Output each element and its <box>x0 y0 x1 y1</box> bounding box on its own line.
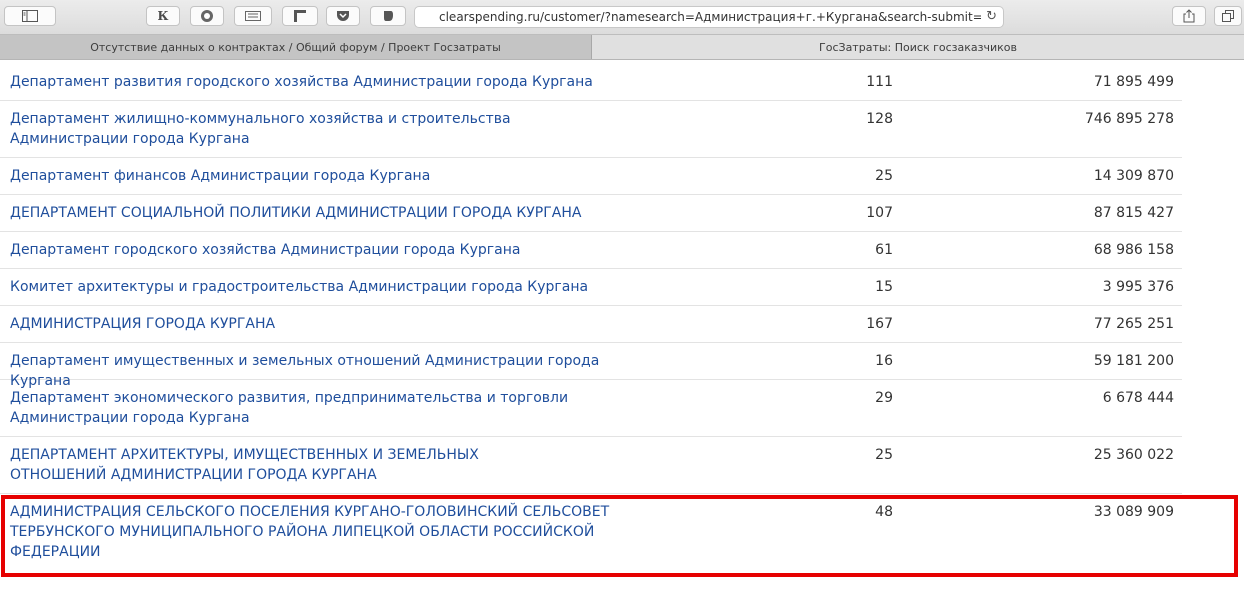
shield-icon <box>201 10 213 22</box>
tabs-overview-button[interactable] <box>1214 6 1242 26</box>
contracts-amount: 6 678 444 <box>1102 390 1174 406</box>
customer-link[interactable]: Комитет архитектуры и градостроительства… <box>10 277 620 297</box>
evernote-button[interactable] <box>370 6 406 26</box>
table-row: Департамент экономического развития, пре… <box>0 380 1182 437</box>
customer-link[interactable]: ДЕПАРТАМЕНТ АРХИТЕКТУРЫ, ИМУЩЕСТВЕННЫХ И… <box>10 445 570 485</box>
contracts-count: 29 <box>875 390 893 406</box>
customer-link[interactable]: Департамент экономического развития, пре… <box>10 388 570 428</box>
contracts-amount: 59 181 200 <box>1093 353 1174 369</box>
evernote-icon <box>384 11 393 21</box>
contracts-amount: 25 360 022 <box>1093 447 1174 463</box>
contracts-amount: 3 995 376 <box>1102 279 1174 295</box>
corner-button[interactable] <box>282 6 318 26</box>
contracts-count: 107 <box>866 205 893 221</box>
contracts-count: 167 <box>866 316 893 332</box>
customer-link[interactable]: Департамент жилищно-коммунального хозяйс… <box>10 109 590 149</box>
contracts-amount: 77 265 251 <box>1093 316 1174 332</box>
table-row: Департамент жилищно-коммунального хозяйс… <box>0 101 1182 158</box>
tab-label: Отсутствие данных о контрактах / Общий ф… <box>90 40 501 54</box>
keyboard-icon <box>245 11 261 21</box>
customer-link[interactable]: ДЕПАРТАМЕНТ СОЦИАЛЬНОЙ ПОЛИТИКИ АДМИНИСТ… <box>10 203 620 223</box>
kinopoisk-button[interactable]: К <box>146 6 180 26</box>
table-row: Департамент городского хозяйства Админис… <box>0 232 1182 269</box>
customer-link[interactable]: АДМИНИСТРАЦИЯ ГОРОДА КУРГАНА <box>10 314 620 334</box>
contracts-count: 16 <box>875 353 893 369</box>
reload-icon[interactable]: ↻ <box>986 9 997 24</box>
contracts-amount: 33 089 909 <box>1093 504 1174 520</box>
contracts-count: 111 <box>866 74 893 90</box>
contracts-amount: 746 895 278 <box>1084 111 1174 127</box>
privacy-button[interactable] <box>190 6 224 26</box>
tab-forum[interactable]: Отсутствие данных о контрактах / Общий ф… <box>0 35 592 59</box>
contracts-amount: 87 815 427 <box>1093 205 1174 221</box>
url-text: clearspending.ru/customer/?namesearch=Ад… <box>439 10 981 24</box>
tab-gos-zatraty[interactable]: ГосЗатраты: Поиск госзаказчиков <box>592 35 1244 59</box>
sidebar-icon <box>22 10 38 22</box>
pocket-button[interactable] <box>326 6 360 26</box>
table-row: АДМИНИСТРАЦИЯ ГОРОДА КУРГАНА 167 77 265 … <box>0 306 1182 343</box>
table-row: Департамент имущественных и земельных от… <box>0 343 1182 389</box>
pocket-icon <box>337 11 349 21</box>
results-table: Департамент развития городского хозяйств… <box>0 60 1244 574</box>
share-icon <box>1183 9 1195 23</box>
table-row-highlighted: АДМИНИСТРАЦИЯ СЕЛЬСКОГО ПОСЕЛЕНИЯ КУРГАН… <box>0 494 1182 574</box>
contracts-amount: 71 895 499 <box>1093 74 1174 90</box>
table-row: Комитет архитектуры и градостроительства… <box>0 269 1182 306</box>
contracts-count: 48 <box>875 504 893 520</box>
contracts-count: 15 <box>875 279 893 295</box>
customer-link[interactable]: АДМИНИСТРАЦИЯ СЕЛЬСКОГО ПОСЕЛЕНИЯ КУРГАН… <box>10 502 610 562</box>
address-bar[interactable]: clearspending.ru/customer/?namesearch=Ад… <box>414 6 1004 28</box>
tabs-icon <box>1222 10 1234 22</box>
table-row: ДЕПАРТАМЕНТ АРХИТЕКТУРЫ, ИМУЩЕСТВЕННЫХ И… <box>0 437 1182 494</box>
table-row: Департамент развития городского хозяйств… <box>0 60 1182 101</box>
contracts-count: 25 <box>875 447 893 463</box>
keyboard-button[interactable] <box>234 6 272 26</box>
share-button[interactable] <box>1172 6 1206 26</box>
customer-link[interactable]: Департамент городского хозяйства Админис… <box>10 240 620 260</box>
sidebar-button[interactable] <box>4 6 56 26</box>
customer-link[interactable]: Департамент развития городского хозяйств… <box>10 72 620 92</box>
customer-link[interactable]: Департамент финансов Администрации город… <box>10 166 620 186</box>
contracts-count: 128 <box>866 111 893 127</box>
table-row: ДЕПАРТАМЕНТ СОЦИАЛЬНОЙ ПОЛИТИКИ АДМИНИСТ… <box>0 195 1182 232</box>
table-row: Департамент финансов Администрации город… <box>0 158 1182 195</box>
corner-icon <box>294 10 306 22</box>
contracts-amount: 68 986 158 <box>1093 242 1174 258</box>
tab-label: ГосЗатраты: Поиск госзаказчиков <box>819 40 1017 54</box>
contracts-count: 61 <box>875 242 893 258</box>
contracts-amount: 14 309 870 <box>1093 168 1174 184</box>
browser-toolbar: К clearspending.ru/customer/?namesearch=… <box>0 0 1244 35</box>
tab-strip: Отсутствие данных о контрактах / Общий ф… <box>0 35 1244 60</box>
kinopoisk-icon: К <box>157 9 169 23</box>
contracts-count: 25 <box>875 168 893 184</box>
